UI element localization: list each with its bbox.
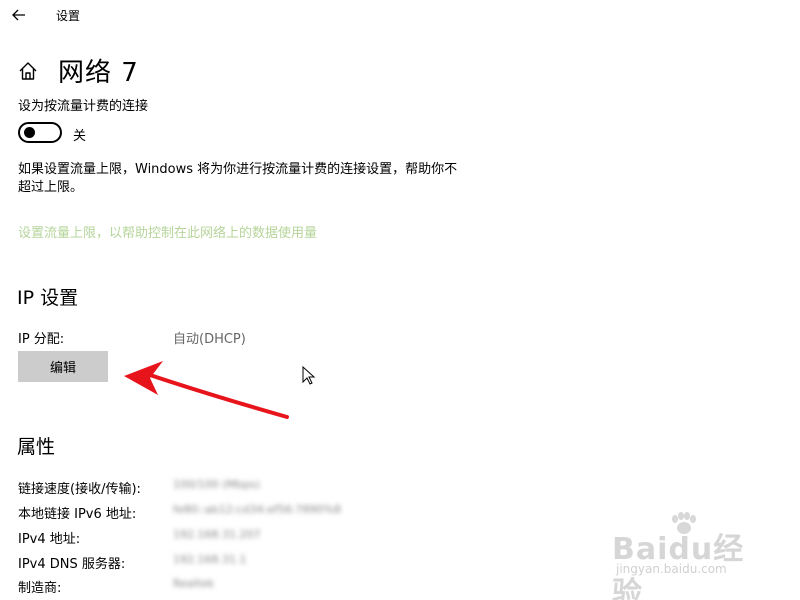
property-row-ipv6: 本地链接 IPv6 地址: fe80::ab12:cd34:ef56:7890%…	[18, 503, 518, 523]
page-title: 网络 7	[58, 58, 139, 88]
property-label: 本地链接 IPv6 地址:	[18, 507, 137, 522]
mouse-cursor-icon	[302, 366, 316, 385]
home-icon	[19, 62, 37, 80]
metered-connection-toggle[interactable]	[18, 122, 62, 143]
property-row-dns: IPv4 DNS 服务器: 192.168.31.1	[18, 553, 518, 573]
edit-ip-button[interactable]: 编辑	[18, 351, 108, 382]
property-value-redacted: fe80::ab12:cd34:ef56:7890%8	[173, 503, 341, 516]
ip-assignment-label: IP 分配:	[18, 332, 65, 347]
metered-connection-label: 设为按流量计费的连接	[18, 99, 149, 114]
title-bar: 设置	[0, 0, 800, 30]
ip-assignment-value: 自动(DHCP)	[173, 332, 246, 347]
back-button[interactable]	[8, 4, 30, 26]
toggle-knob	[24, 127, 35, 138]
property-value-redacted: Realtek	[173, 577, 215, 590]
property-label: 链接速度(接收/传输):	[18, 482, 141, 497]
property-value-redacted: 192.168.31.207	[173, 528, 261, 541]
property-label: IPv4 DNS 服务器:	[18, 557, 126, 572]
baidu-watermark: Baidu经验 jingyan.baidu.com	[612, 512, 762, 600]
ip-settings-heading: IP 设置	[17, 287, 79, 309]
property-row-ipv4: IPv4 地址: 192.168.31.207	[18, 528, 518, 548]
settings-window: 设置 网络 7 设为按流量计费的连接 关 如果设置流量上限，Windows 将为…	[0, 0, 800, 600]
property-row-link-speed: 链接速度(接收/传输): 100/100 (Mbps)	[18, 478, 518, 498]
home-button[interactable]	[17, 60, 39, 82]
property-value-redacted: 192.168.31.1	[173, 553, 247, 566]
window-title: 设置	[56, 9, 81, 23]
property-label: IPv4 地址:	[18, 532, 81, 547]
back-arrow-icon	[12, 9, 25, 21]
metered-description: 如果设置流量上限，Windows 将为你进行按流量计费的连接设置，帮助你不超过上…	[18, 162, 458, 195]
watermark-url: jingyan.baidu.com	[616, 562, 727, 576]
set-data-limit-link[interactable]: 设置流量上限，以帮助控制在此网络上的数据使用量	[18, 222, 317, 241]
toggle-state-label: 关	[73, 129, 87, 144]
property-value-redacted: 100/100 (Mbps)	[173, 478, 260, 491]
properties-heading: 属性	[17, 436, 56, 458]
property-row-manufacturer: 制造商: Realtek	[18, 577, 518, 597]
property-label: 制造商:	[18, 581, 62, 596]
